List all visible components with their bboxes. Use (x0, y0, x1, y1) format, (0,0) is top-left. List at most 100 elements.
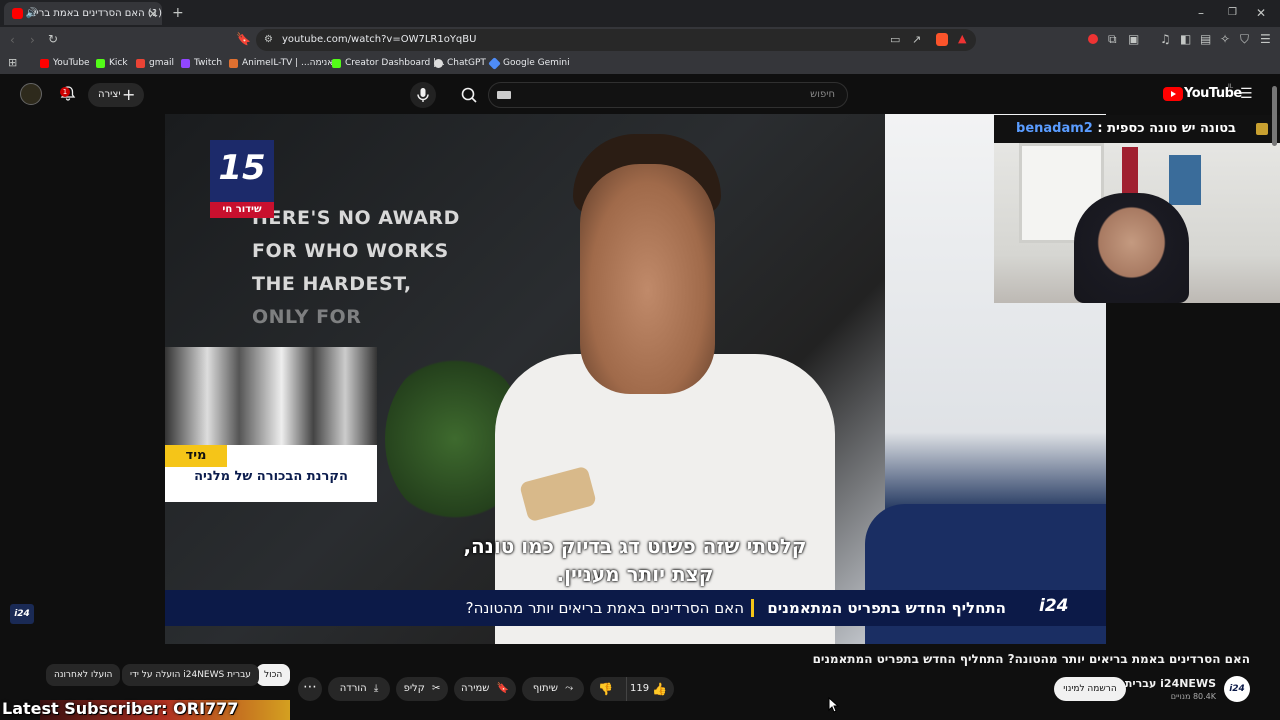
screenshot-icon[interactable]: ▣ (1128, 33, 1139, 45)
download-button[interactable]: הורדה ⤓ (328, 677, 390, 701)
bookmark-icon[interactable]: 🔖 (236, 33, 251, 45)
chat-badge-icon (1256, 123, 1268, 135)
live-label: שידור חי (210, 202, 274, 218)
share-button[interactable]: שיתוף ⤳ (522, 677, 584, 701)
browser-tab[interactable]: 🔊 (1) האם הסרדינים באמת בריא (4, 2, 162, 25)
tab-title: (1) האם הסרדינים באמת בריא (29, 8, 162, 19)
search-button[interactable] (454, 82, 484, 108)
wallet-icon[interactable]: ▤ (1200, 33, 1211, 45)
person-face (580, 164, 715, 394)
vpn-icon[interactable]: ⛉ (1240, 33, 1249, 45)
save-button[interactable]: שמירה 🔖 (454, 677, 516, 701)
forward-icon[interactable]: › (30, 34, 35, 46)
record-icon[interactable] (1088, 34, 1098, 44)
extensions-icon[interactable]: ⧉ (1108, 33, 1117, 45)
bookmarks-bar: ⊞ YouTube Kick gmail Twitch AnimeIL-TV |… (0, 53, 1280, 74)
address-bar[interactable]: ⚙ youtube.com/watch?v=OW7LR1oYqBU ▭ ↗ ▲ (256, 29, 976, 51)
pip-text: הקרנת הבכורה של מלניה (194, 469, 348, 484)
like-dislike-group: 👎 119 👍 (590, 677, 674, 701)
like-count[interactable]: 119 (630, 677, 649, 701)
plus-icon: + (122, 85, 136, 104)
download-label: הורדה (339, 683, 367, 694)
youtube-logo-icon[interactable] (1163, 87, 1183, 101)
microphone-icon (417, 88, 429, 102)
dislike-icon[interactable]: 👎 (598, 677, 613, 701)
page-scrollbar[interactable] (1272, 86, 1277, 146)
back-icon[interactable]: ‹ (10, 34, 15, 46)
notification-count-badge: 1 (60, 87, 70, 97)
chat-message: בטונה יש טונה כספית (1107, 121, 1236, 136)
brave-rewards-icon[interactable]: ▲ (958, 33, 966, 45)
chip-recent[interactable]: הועלו לאחרונה (46, 664, 121, 686)
bookmark-kick[interactable]: Kick (96, 57, 128, 70)
country-code: IL (1228, 83, 1234, 90)
ticker-divider (751, 599, 754, 617)
bookmark-creator-dashboard[interactable]: Creator Dashboard |... (332, 57, 445, 70)
bookmark-gemini[interactable]: Google Gemini (488, 57, 570, 70)
create-button[interactable]: יצירה + (88, 83, 144, 107)
like-icon[interactable]: 👍 (652, 677, 667, 701)
brave-shield-icon[interactable] (936, 33, 948, 46)
video-subtitle: קלטתי שזה פשוט דג בדיוק כמו טונה, קצת יו… (463, 534, 807, 586)
close-tab-icon[interactable]: ✕ (148, 8, 158, 20)
download-icon: ⤓ (373, 683, 379, 694)
mouse-cursor-icon (828, 697, 840, 713)
media-icon[interactable]: ♫ (1160, 33, 1171, 45)
youtube-header: 1 יצירה + חיפוש YouTube IL ☰ (0, 74, 1280, 114)
new-tab-icon[interactable]: + (172, 6, 184, 20)
bookmark-youtube[interactable]: YouTube (40, 57, 90, 70)
share-icon[interactable]: ↗ (912, 34, 921, 46)
webcam-overlay (994, 143, 1280, 303)
chat-username: benadam2 (1016, 121, 1093, 136)
ticker-headline: התחליף החדש בתפריט המתאמנים (767, 599, 1006, 617)
chip-all[interactable]: הכול (256, 664, 291, 686)
bookmark-twitch[interactable]: Twitch (181, 57, 222, 70)
search-placeholder: חיפוש (810, 89, 835, 100)
video-player[interactable]: HERE'S NO AWARD FOR WHO WORKS THE HARDES… (165, 114, 1106, 644)
kick-icon (96, 59, 105, 68)
bookmark-animeil[interactable]: AnimeIL-TV | ...אנימה (229, 57, 333, 70)
stream-chat-line: בטונה יש טונה כספית : benadam2 (994, 115, 1280, 143)
keyboard-icon[interactable] (497, 91, 511, 99)
latest-subscriber-overlay: Latest Subscriber: ORI777 (2, 699, 239, 718)
channel-name[interactable]: i24NEWS עברית (1125, 677, 1216, 690)
ticker-logo: i24 (1039, 596, 1069, 616)
guide-menu-icon[interactable]: ☰ (1240, 86, 1253, 102)
webcam-poster-red (1122, 147, 1138, 197)
webcam-person (1074, 193, 1189, 303)
reload-icon[interactable]: ↻ (48, 33, 58, 45)
avatar[interactable] (20, 83, 42, 105)
site-settings-icon[interactable]: ⚙ (264, 34, 273, 46)
divider (626, 677, 627, 701)
channel-avatar[interactable]: i24 (1224, 676, 1250, 702)
minimize-icon[interactable]: – (1198, 7, 1204, 19)
chip-from-channel[interactable]: הועלה על ידי i24NEWS עברית (122, 664, 259, 686)
maximize-icon[interactable]: ❐ (1228, 7, 1237, 19)
channel-subscriber-count: 80.4K מנויים (1170, 692, 1216, 701)
browser-tab-bar: 🔊 (1) האם הסרדינים באמת בריא ✕ + – ❐ ✕ (0, 0, 1280, 27)
youtube-icon (40, 59, 49, 68)
search-input[interactable]: חיפוש (488, 82, 848, 108)
search-icon (461, 87, 477, 103)
webcam-poster (1169, 155, 1201, 205)
apps-icon[interactable]: ⊞ (8, 57, 17, 69)
voice-search-button[interactable] (410, 82, 436, 108)
close-window-icon[interactable]: ✕ (1256, 7, 1266, 19)
youtube-favicon-icon (12, 8, 23, 19)
more-actions-icon[interactable]: ⋯ (298, 677, 322, 701)
clip-button[interactable]: קליפ ✂ (396, 677, 448, 701)
subscribe-button[interactable]: הרשמה למינוי (1054, 677, 1126, 701)
sidebar-icon[interactable]: ◧ (1180, 33, 1191, 45)
i24-channel-badge: 15 שידור חי (210, 140, 274, 218)
bookmark-chatgpt[interactable]: ChatGPT (434, 57, 486, 70)
clip-label: קליפ (403, 683, 425, 694)
ticker-subheadline: האם הסרדינים באמת בריאים יותר מהטונה? (465, 599, 744, 617)
menu-icon[interactable]: ☰ (1260, 33, 1271, 45)
url-text[interactable]: youtube.com/watch?v=OW7LR1oYqBU (282, 34, 476, 45)
browser-toolbar: ‹ › ↻ 🔖 ⚙ youtube.com/watch?v=OW7LR1oYqB… (0, 27, 1280, 53)
speaker-icon[interactable]: 🔊 (26, 8, 38, 19)
gmail-icon (136, 59, 145, 68)
cast-icon[interactable]: ▭ (890, 34, 900, 46)
bookmark-gmail[interactable]: gmail (136, 57, 174, 70)
ai-icon[interactable]: ✧ (1220, 33, 1230, 45)
